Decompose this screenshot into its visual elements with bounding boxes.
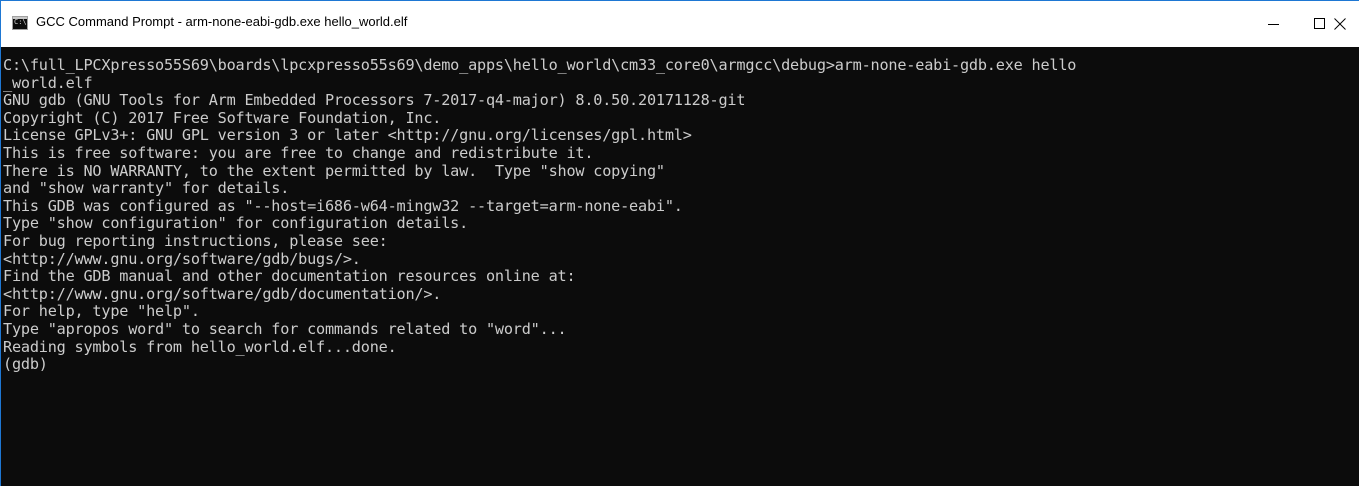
minimize-button[interactable]: [1251, 1, 1297, 47]
minimize-icon: [1268, 24, 1279, 25]
command-prompt-icon[interactable]: C:\: [12, 16, 28, 30]
console-line: _world.elf: [3, 73, 93, 92]
console-line: <http://www.gnu.org/software/gdb/documen…: [3, 284, 442, 303]
close-button[interactable]: [1317, 1, 1359, 47]
title-bar[interactable]: C:\ GCC Command Prompt - arm-none-eabi-g…: [1, 1, 1359, 47]
close-icon: [1334, 18, 1346, 30]
console-line: License GPLv3+: GNU GPL version 3 or lat…: [3, 126, 692, 145]
console-line: Reading symbols from hello_world.elf...d…: [3, 337, 397, 356]
console-line: This is free software: you are free to c…: [3, 143, 594, 162]
console-line: Copyright (C) 2017 Free Software Foundat…: [3, 108, 442, 127]
console-line: C:\full_LPCXpresso55S69\boards\lpcxpress…: [3, 56, 1077, 74]
console-line: and "show warranty" for details.: [3, 179, 290, 198]
console-line: GNU gdb (GNU Tools for Arm Embedded Proc…: [3, 91, 746, 110]
command-prompt-window: C:\ GCC Command Prompt - arm-none-eabi-g…: [0, 0, 1359, 486]
console-line: Find the GDB manual and other documentat…: [3, 267, 576, 286]
console-text: C:\full_LPCXpresso55S69\boards\lpcxpress…: [3, 56, 1077, 374]
console-line: For help, type "help".: [3, 302, 200, 321]
console-line: <http://www.gnu.org/software/gdb/bugs/>.: [3, 249, 361, 268]
console-line: Type "apropos word" to search for comman…: [3, 319, 567, 338]
console-line: There is NO WARRANTY, to the extent perm…: [3, 161, 665, 180]
console-line: For bug reporting instructions, please s…: [3, 231, 388, 250]
gdb-prompt[interactable]: (gdb): [3, 355, 1076, 374]
window-title: GCC Command Prompt - arm-none-eabi-gdb.e…: [36, 14, 408, 29]
console-line: Type "show configuration" for configurat…: [3, 214, 469, 233]
console-output-area[interactable]: C:\full_LPCXpresso55S69\boards\lpcxpress…: [1, 47, 1359, 486]
console-line: This GDB was configured as "--host=i686-…: [3, 196, 683, 215]
